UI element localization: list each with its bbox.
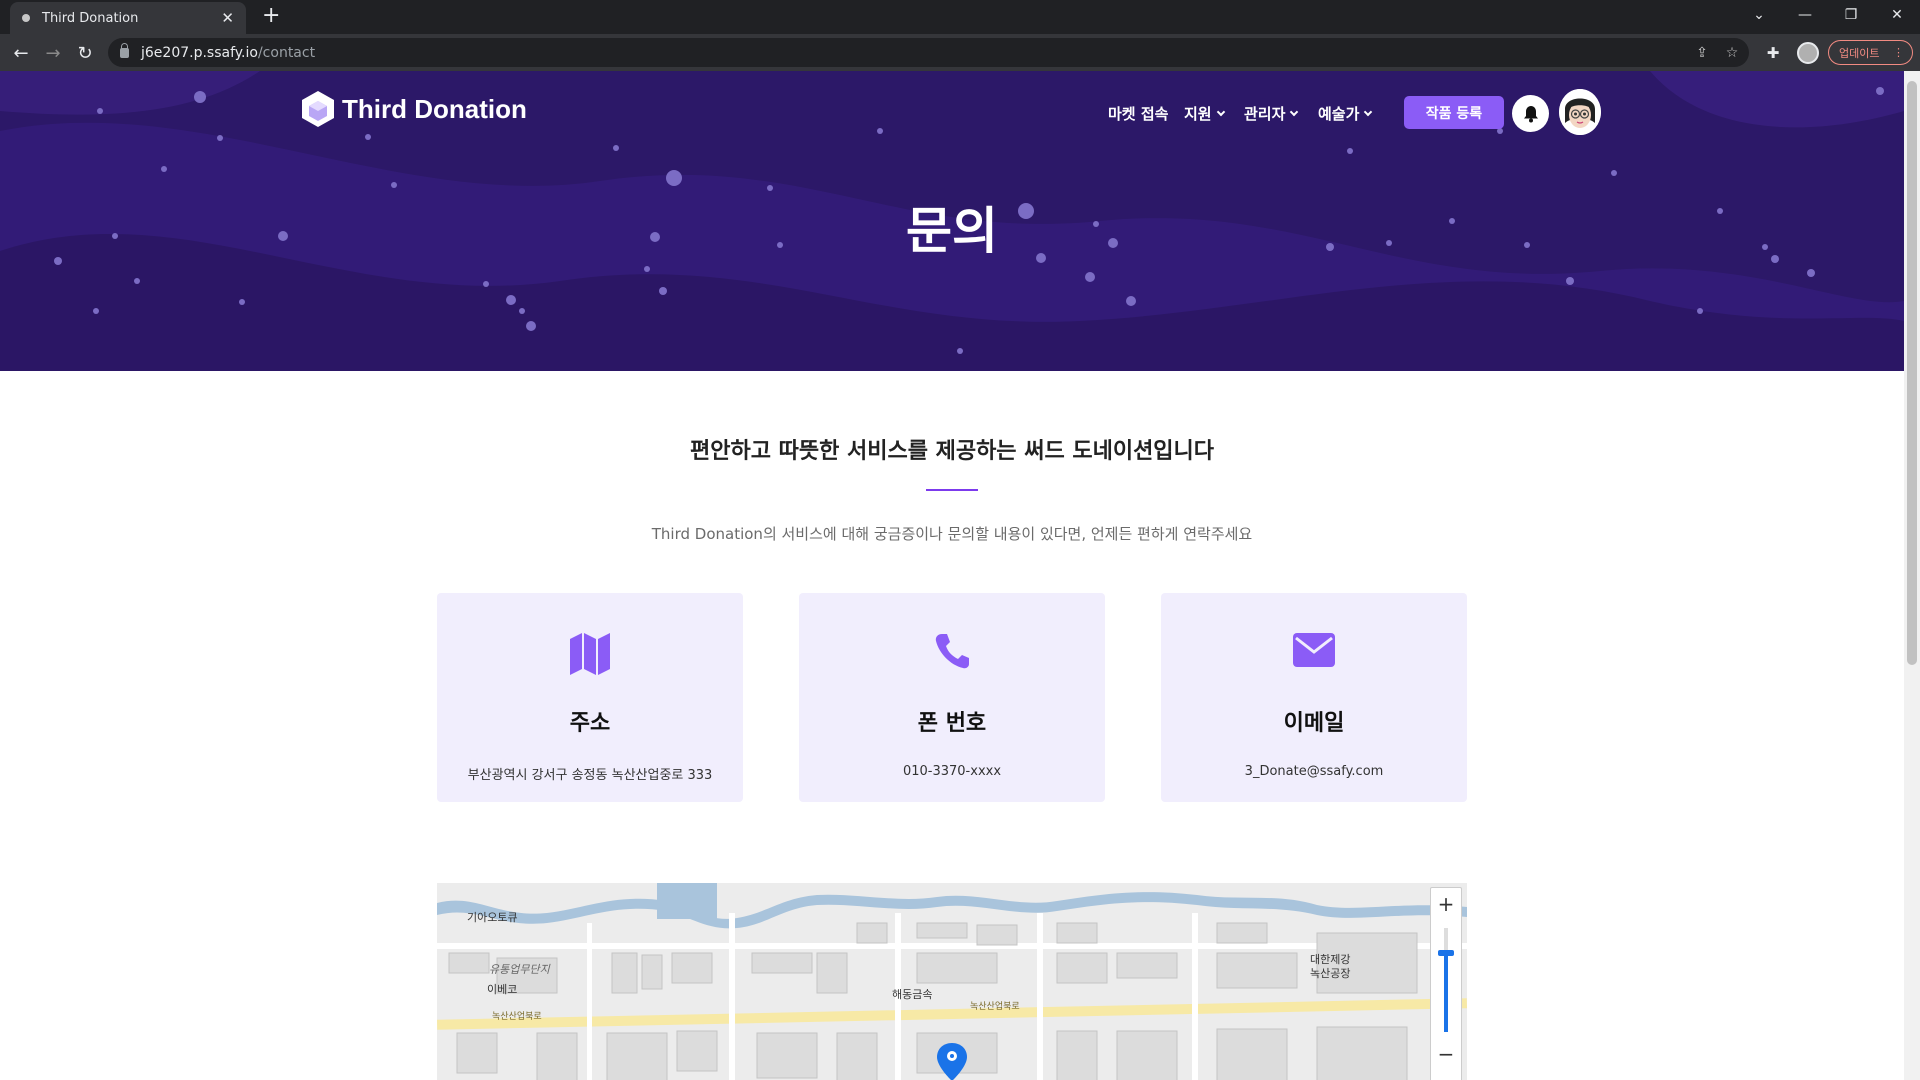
window-close-icon[interactable]: ✕ (1874, 0, 1920, 30)
map-tiles (437, 883, 1467, 1080)
update-button[interactable]: 업데이트 ⋮ (1828, 40, 1913, 65)
phone-icon (799, 633, 1105, 669)
contact-card-email: 이메일 3_Donate@ssafy.com (1161, 593, 1467, 802)
hero-banner: Third Donation 마켓 접속 지원 관리자 예술가 작품 등록 문의 (0, 71, 1904, 371)
section-subtitle: Third Donation의 서비스에 대해 궁금증이나 문의할 내용이 있다… (651, 525, 1253, 543)
minimize-icon[interactable]: — (1782, 0, 1828, 30)
extensions-puzzle-icon[interactable]: ✚ (1764, 44, 1782, 62)
restore-icon[interactable]: ❐ (1828, 0, 1874, 30)
back-icon[interactable]: ← (8, 40, 34, 66)
nav-admin-label: 관리자 (1244, 105, 1286, 123)
register-artwork-button[interactable]: 작품 등록 (1404, 96, 1504, 129)
share-icon[interactable]: ⇪ (1688, 38, 1716, 67)
section-title: 편안하고 따뜻한 서비스를 제공하는 써드 도네이션입니다 (689, 439, 1215, 464)
nav-market-label: 마켓 접속 (1108, 105, 1169, 123)
new-tab-icon[interactable]: + (262, 4, 280, 28)
logo-cube-icon (302, 91, 334, 127)
page-viewport: Third Donation 마켓 접속 지원 관리자 예술가 작품 등록 문의… (0, 71, 1904, 1080)
tab-title: Third Donation (42, 10, 139, 26)
page-title: 문의 (906, 202, 998, 260)
more-menu-icon: ⋮ (1893, 46, 1904, 59)
tab-close-icon[interactable]: ✕ (221, 9, 234, 27)
card-label: 주소 (569, 711, 611, 736)
card-label: 이메일 (1283, 711, 1345, 736)
browser-tab-strip: Third Donation ✕ + ⌄ — ❐ ✕ (0, 0, 1920, 34)
nav-support-label: 지원 (1184, 105, 1212, 123)
road-label: 녹산산업북로 (492, 1012, 542, 1022)
chevron-down-icon (1290, 107, 1299, 117)
nav-market[interactable]: 마켓 접속 (1108, 103, 1168, 124)
map-icon (437, 633, 743, 675)
zoom-out-button[interactable]: − (1431, 1040, 1461, 1068)
location-map[interactable]: 기아오토큐 유통업무단지 이베코 해동금속 대한제강 녹산공장 녹산산업북로 녹… (437, 883, 1467, 1080)
address-toolbar: ← → ↻ j6e207.p.ssafy.io/contact ⇪ ☆ ✚ 업데… (0, 34, 1920, 71)
browser-tab[interactable]: Third Donation ✕ (10, 2, 246, 34)
bell-icon (1523, 105, 1538, 122)
url-host: j6e207.p.ssafy.io (141, 44, 258, 61)
envelope-icon (1161, 633, 1467, 667)
road-label: 녹산산업북로 (970, 1002, 1020, 1012)
nav-admin[interactable]: 관리자 (1244, 103, 1299, 124)
nav-artist-label: 예술가 (1318, 105, 1360, 123)
map-label: 기아오토큐 (467, 911, 518, 924)
card-label: 폰 번호 (917, 711, 987, 736)
url-bar[interactable]: j6e207.p.ssafy.io/contact ⇪ ☆ (108, 38, 1749, 67)
zoom-slider-handle[interactable] (1438, 950, 1454, 956)
forward-icon[interactable]: → (40, 40, 66, 66)
browser-profile-avatar[interactable] (1797, 42, 1819, 64)
map-label: 이베코 (487, 983, 518, 996)
update-label: 업데이트 (1839, 46, 1880, 60)
logo-text: Third Donation (342, 93, 527, 124)
avatar-image (1559, 89, 1601, 135)
url-path: /contact (257, 44, 316, 61)
map-label: 유통업무단지 (489, 963, 550, 976)
chevron-down-icon (1364, 107, 1373, 117)
map-zoom-control: + − (1430, 887, 1462, 1080)
card-value: 010-3370-xxxx (902, 764, 1002, 779)
site-logo[interactable]: Third Donation (302, 91, 527, 127)
bookmark-star-icon[interactable]: ☆ (1718, 38, 1746, 67)
nav-artist[interactable]: 예술가 (1318, 103, 1373, 124)
favicon-icon (22, 14, 30, 22)
scrollbar-thumb[interactable] (1907, 81, 1917, 665)
contact-card-address: 주소 부산광역시 강서구 송정동 녹산산업중로 333 (437, 593, 743, 802)
map-label: 녹산공장 (1310, 967, 1351, 980)
zoom-level-fill (1444, 954, 1448, 1032)
chevron-down-icon (1216, 107, 1225, 117)
zoom-in-button[interactable]: + (1431, 890, 1461, 918)
user-avatar[interactable] (1559, 89, 1601, 135)
page-scrollbar[interactable] (1904, 71, 1920, 1080)
nav-support[interactable]: 지원 (1184, 103, 1225, 124)
lock-icon (120, 42, 129, 58)
title-divider (926, 489, 978, 491)
contact-card-phone: 폰 번호 010-3370-xxxx (799, 593, 1105, 802)
card-value: 부산광역시 강서구 송정동 녹산산업중로 333 (467, 768, 713, 783)
notification-button[interactable] (1512, 95, 1549, 132)
tab-search-icon[interactable]: ⌄ (1736, 0, 1782, 30)
reload-icon[interactable]: ↻ (72, 40, 98, 66)
map-label: 해동금속 (892, 988, 933, 1001)
card-value: 3_Donate@ssafy.com (1244, 764, 1384, 779)
